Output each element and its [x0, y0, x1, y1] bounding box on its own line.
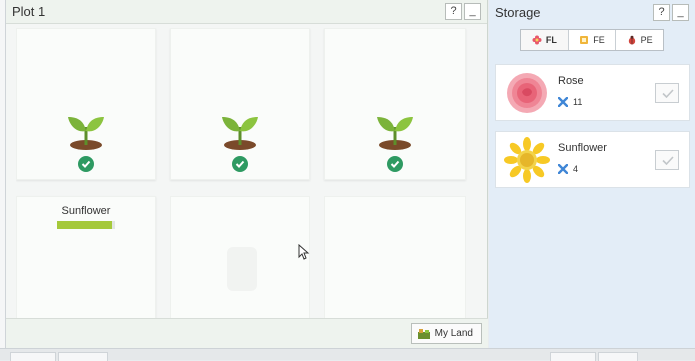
plot-tile-5[interactable] [170, 196, 310, 318]
harvest-ready-check-icon [78, 156, 94, 172]
harvest-ready-check-icon [232, 156, 248, 172]
storage-footer [489, 320, 695, 348]
tab-pest[interactable]: PE [616, 30, 663, 50]
my-land-label: My Land [434, 328, 473, 339]
growing-crop-name: Sunflower [61, 205, 111, 217]
rose-icon [507, 73, 547, 113]
storage-title: Storage [495, 4, 541, 20]
growth-progress-bar [57, 221, 115, 229]
storage-help-button[interactable]: ? [653, 3, 670, 21]
plot-minimize-button[interactable]: _ [464, 3, 481, 20]
plot-title: Plot 1 [12, 4, 46, 19]
empty-plot-ghost [227, 247, 257, 291]
harvest-ready-check-icon [387, 156, 403, 172]
sell-checkbox[interactable] [655, 150, 679, 170]
plot-footer: My Land [6, 318, 488, 348]
storage-item-sunflower[interactable]: Sunflower 4 [495, 131, 690, 188]
sprout-icon [222, 117, 258, 150]
plot-tile-4[interactable]: Sunflower [16, 196, 156, 318]
tab-fertilizer[interactable]: FE [569, 30, 617, 50]
land-icon [417, 329, 430, 339]
bottom-taskbar [0, 348, 695, 361]
storage-header: Storage ? _ [489, 0, 695, 24]
fertilizer-icon [580, 36, 589, 44]
mouse-cursor-icon [298, 244, 310, 260]
tools-icon [558, 164, 568, 174]
plot-panel: Plot 1 ? _ Sunflower My Land [6, 0, 488, 348]
plot-tile-3[interactable] [324, 28, 466, 180]
storage-panel: Storage ? _ FL FE PE Rose 11 Sunflower 4 [489, 0, 695, 348]
pest-icon [628, 35, 635, 45]
plot-tile-6[interactable] [324, 196, 466, 318]
storage-item-quantity: 11 [558, 97, 582, 107]
sprout-icon [68, 117, 104, 150]
plot-grid: Sunflower [16, 28, 478, 318]
sell-checkbox[interactable] [655, 83, 679, 103]
storage-item-quantity: 4 [558, 164, 578, 174]
sunflower-icon [504, 137, 550, 183]
storage-item-rose[interactable]: Rose 11 [495, 64, 690, 121]
growth-progress-fill [57, 221, 113, 229]
flower-icon [532, 35, 542, 45]
plot-tile-2[interactable] [170, 28, 310, 180]
plot-tile-1[interactable] [16, 28, 156, 180]
check-icon [662, 156, 674, 165]
plot-help-button[interactable]: ? [445, 3, 462, 20]
storage-item-name: Sunflower [558, 142, 607, 154]
my-land-button[interactable]: My Land [410, 323, 482, 344]
sprout-icon [377, 117, 413, 150]
check-icon [662, 89, 674, 98]
plot-header: Plot 1 ? _ [6, 0, 487, 24]
app-window: Plot 1 ? _ Sunflower My Land Storage ? _… [0, 0, 695, 361]
storage-item-name: Rose [558, 75, 584, 87]
storage-category-tabs: FL FE PE [520, 29, 664, 51]
storage-minimize-button[interactable]: _ [672, 3, 689, 21]
tab-flowers[interactable]: FL [521, 30, 569, 50]
tools-icon [558, 97, 568, 107]
